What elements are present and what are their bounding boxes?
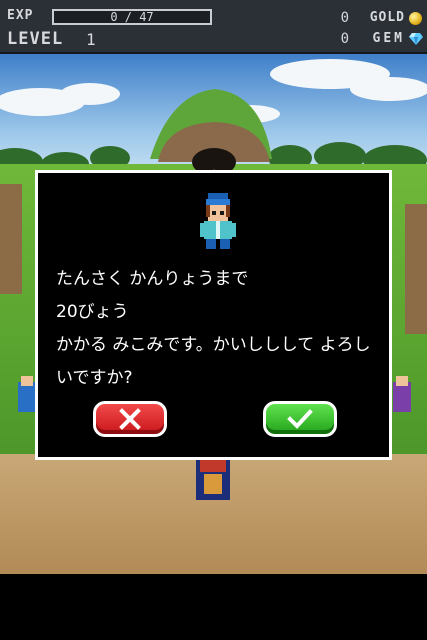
confirm-dialog: たんさく かんりょうまで 20びょう かかる みこみです。かいししして よろし … xyxy=(35,170,392,460)
check-icon xyxy=(287,409,313,429)
gold-label: GOLD xyxy=(369,10,405,25)
level-value: 1 xyxy=(86,30,97,49)
status-hud: EXP 0 / 47 LEVEL 1 0 GOLD 0 GEM xyxy=(0,0,427,54)
bottom-bar xyxy=(0,574,427,640)
cancel-button[interactable] xyxy=(93,401,167,437)
dialog-line: 20びょう xyxy=(56,302,129,322)
dialog-line: たんさく かんりょうまで xyxy=(56,269,249,289)
dialog-line: いですか? xyxy=(56,368,133,388)
exp-label: EXP xyxy=(7,8,34,23)
exp-value: 0 / 47 xyxy=(110,10,154,24)
dialog-line: かかる みこみです。かいししして よろし xyxy=(56,335,371,355)
exp-bar: 0 / 47 xyxy=(52,9,212,25)
gem-icon xyxy=(409,33,423,45)
gold-coin-icon xyxy=(409,12,422,25)
gold-count: 0 xyxy=(340,10,350,26)
cross-icon xyxy=(119,408,141,430)
dialog-message: たんさく かんりょうまで 20びょう かかる みこみです。かいししして よろし … xyxy=(56,263,386,395)
gem-label: GEM xyxy=(372,31,405,46)
confirm-button[interactable] xyxy=(263,401,337,437)
hero-character xyxy=(196,458,230,500)
character-portrait xyxy=(200,193,236,249)
gem-count: 0 xyxy=(340,31,350,47)
game-screen: EXP 0 / 47 LEVEL 1 0 GOLD 0 GEM たんさく かんり… xyxy=(0,0,427,640)
level-label: LEVEL xyxy=(7,29,64,49)
